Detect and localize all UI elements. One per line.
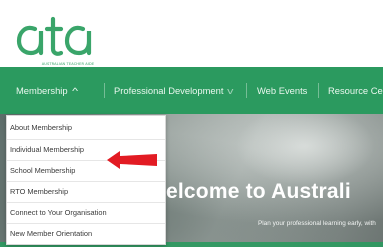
- chevron-down-icon: v: [227, 86, 234, 96]
- nav-item-resource-centre[interactable]: Resource Ce: [328, 67, 383, 114]
- hero-title: elcome to Australi: [166, 180, 351, 203]
- red-arrow-icon: [107, 151, 157, 169]
- nav-separator: [104, 83, 105, 98]
- chevron-up-icon: ^: [71, 86, 78, 96]
- menu-item-connect-to-your-organisation[interactable]: Connect to Your Organisation: [7, 203, 165, 223]
- nav-item-label: Membership: [16, 85, 68, 96]
- nav-separator: [246, 83, 247, 98]
- hero-subtitle: Plan your professional learning early, w…: [258, 220, 376, 227]
- nav-item-web-events[interactable]: Web Events: [257, 67, 307, 114]
- menu-item-rto-membership[interactable]: RTO Membership: [7, 182, 165, 202]
- nav-item-professional-development[interactable]: Professional Development v: [114, 67, 234, 114]
- site-header: AUSTRALIAN TEACHER AIDE: [0, 0, 383, 67]
- logo-tagline: AUSTRALIAN TEACHER AIDE: [41, 62, 95, 66]
- ata-logo-mark: [16, 16, 92, 56]
- menu-item-about-membership[interactable]: About Membership: [7, 118, 165, 138]
- ata-logo[interactable]: AUSTRALIAN TEACHER AIDE: [13, 11, 125, 66]
- nav-item-label: Resource Ce: [328, 85, 383, 96]
- nav-item-membership[interactable]: Membership ^: [16, 67, 78, 114]
- nav-item-label: Professional Development: [114, 85, 224, 96]
- main-nav: Membership ^ Professional Development v We…: [0, 67, 383, 114]
- menu-item-new-member-orientation[interactable]: New Member Orientation: [7, 224, 165, 244]
- membership-dropdown-menu: About Membership Individual Membership S…: [6, 115, 166, 245]
- nav-item-label: Web Events: [257, 85, 308, 96]
- nav-separator: [318, 83, 319, 98]
- hero-background-image: [235, 114, 375, 186]
